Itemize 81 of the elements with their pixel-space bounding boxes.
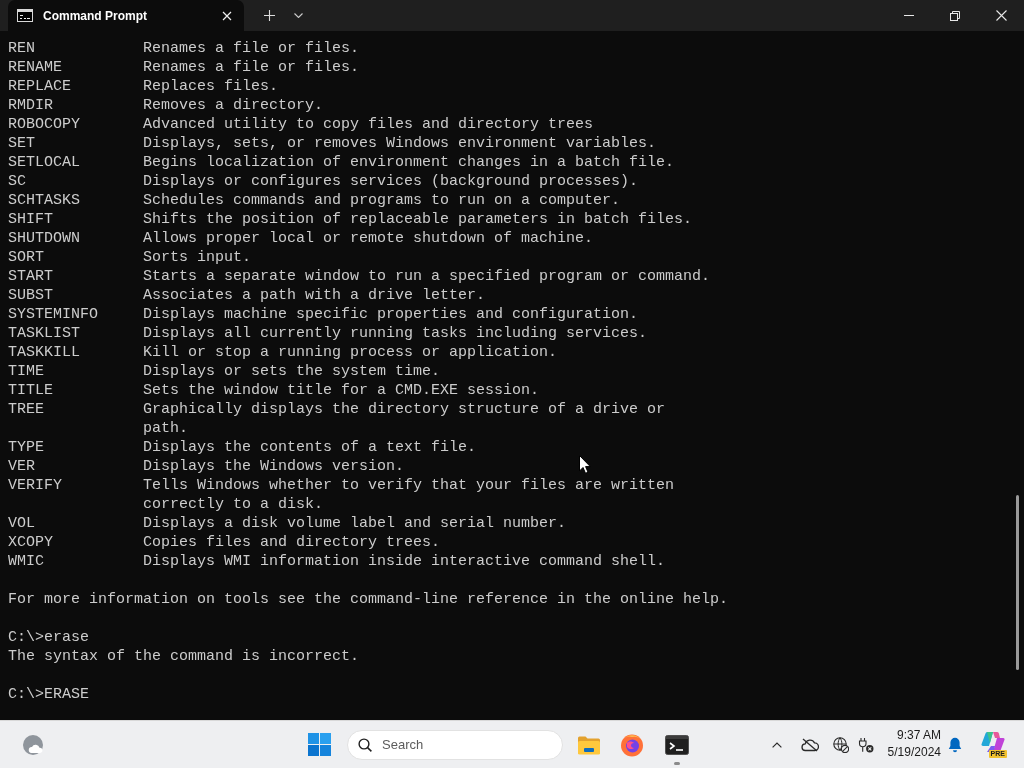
search-field[interactable]: Search (347, 729, 563, 760)
command-name: VERIFY (8, 475, 62, 496)
close-tab-icon[interactable] (222, 10, 232, 21)
command-name: RMDIR (8, 95, 53, 115)
console-text: For more information on tools see the command-line reference in the online help. (8, 589, 729, 609)
command-description: Displays the Windows version. (143, 456, 405, 476)
command-name: RENAME (8, 57, 62, 77)
command-description: Renames a file or files. (143, 38, 360, 58)
command-description: Begins localization of environment changes in a batch file. (143, 152, 675, 172)
command-name: SC (8, 171, 26, 191)
console-window-icon (17, 9, 33, 22)
command-description: Copies files and directory trees. (143, 532, 441, 552)
console-text: C:\>ERASE (8, 684, 89, 704)
command-name: REPLACE (8, 76, 71, 96)
colorful-logo-icon[interactable] (981, 731, 1005, 753)
terminal-icon[interactable] (665, 734, 689, 755)
console-text: C:\>erase (8, 627, 89, 647)
scrollbar-thumb[interactable] (1016, 495, 1019, 670)
command-description: Sets the window title for a CMD.EXE session. (143, 380, 540, 400)
cloud-weather-icon[interactable] (22, 733, 44, 756)
plus-icon[interactable] (264, 10, 275, 21)
command-description: Sorts input. (143, 247, 252, 267)
command-description: Displays or sets the system time. (143, 361, 441, 381)
command-description: Schedules commands and programs to run on a computer. (143, 190, 621, 210)
command-name: WMIC (8, 551, 44, 571)
terminal-tab[interactable]: Command Prompt (8, 0, 244, 31)
tab-title: Command Prompt (43, 8, 147, 23)
clock-time[interactable]: 9:37 AM (896, 726, 941, 744)
command-name: SET (8, 133, 35, 153)
command-name: VER (8, 456, 35, 476)
console-text: The syntax of the command is incorrect. (8, 646, 360, 666)
command-description: Displays WMI information inside interactive command shell. (143, 551, 666, 571)
command-name: SHUTDOWN (8, 228, 80, 248)
chevron-up-icon[interactable] (771, 741, 782, 748)
cloud-off-icon[interactable] (800, 737, 819, 752)
command-description: Displays a disk volume label and serial number. (143, 513, 567, 533)
command-description: Allows proper local or remote shutdown of machine. (143, 228, 594, 248)
command-name: XCOPY (8, 532, 53, 552)
command-description: Tells Windows whether to verify that your files are written correctly to a disk. (143, 475, 676, 514)
command-name: TASKKILL (8, 342, 80, 362)
command-description: Associates a path with a drive letter. (143, 285, 486, 305)
command-description: Displays, sets, or removes Windows environment variables. (143, 133, 657, 153)
command-description: Displays or configures services (background processes). (143, 171, 639, 191)
plug-off-icon[interactable] (857, 736, 874, 753)
command-description: Kill or stop a running process or application. (143, 342, 558, 362)
command-name: TASKLIST (8, 323, 80, 343)
command-description: Shifts the position of replaceable parameters in batch files. (143, 209, 693, 229)
command-name: START (8, 266, 53, 286)
command-name: SUBST (8, 285, 53, 305)
restore-icon[interactable] (950, 10, 960, 21)
chevron-down-icon[interactable] (294, 13, 303, 18)
command-description: Advanced utility to copy files and directory trees (143, 114, 594, 134)
command-name: TITLE (8, 380, 53, 400)
command-description: Displays all currently running tasks including services. (143, 323, 648, 343)
command-description: Displays machine specific properties and configuration. (143, 304, 639, 324)
globe-blocked-icon[interactable] (832, 736, 849, 753)
command-description: Displays the contents of a text file. (143, 437, 477, 457)
close-icon[interactable] (995, 10, 1007, 21)
command-name: SYSTEMINFO (8, 304, 98, 324)
command-name: SCHTASKS (8, 190, 80, 210)
command-name: SETLOCAL (8, 152, 80, 172)
search-icon (358, 737, 372, 752)
command-name: REN (8, 38, 35, 58)
bell-icon[interactable] (948, 736, 962, 753)
command-name: TYPE (8, 437, 44, 457)
folder-icon[interactable] (577, 734, 601, 755)
command-description: Starts a separate window to run a specified program or command. (143, 266, 711, 286)
command-description: Graphically displays the directory structure of a drive or path. (143, 399, 667, 438)
clock-date[interactable]: 5/19/2024 (887, 743, 941, 761)
command-name: TREE (8, 399, 44, 420)
command-name: SORT (8, 247, 44, 267)
command-name: SHIFT (8, 209, 53, 229)
browser-icon[interactable] (620, 732, 644, 757)
command-description: Renames a file or files. (143, 57, 360, 77)
command-name: TIME (8, 361, 44, 381)
command-description: Removes a directory. (143, 95, 324, 115)
mouse-pointer-icon (579, 455, 591, 474)
command-description: Replaces files. (143, 76, 279, 96)
windows-logo-icon[interactable] (308, 733, 331, 756)
command-name: VOL (8, 513, 35, 533)
command-name: ROBOCOPY (8, 114, 80, 134)
